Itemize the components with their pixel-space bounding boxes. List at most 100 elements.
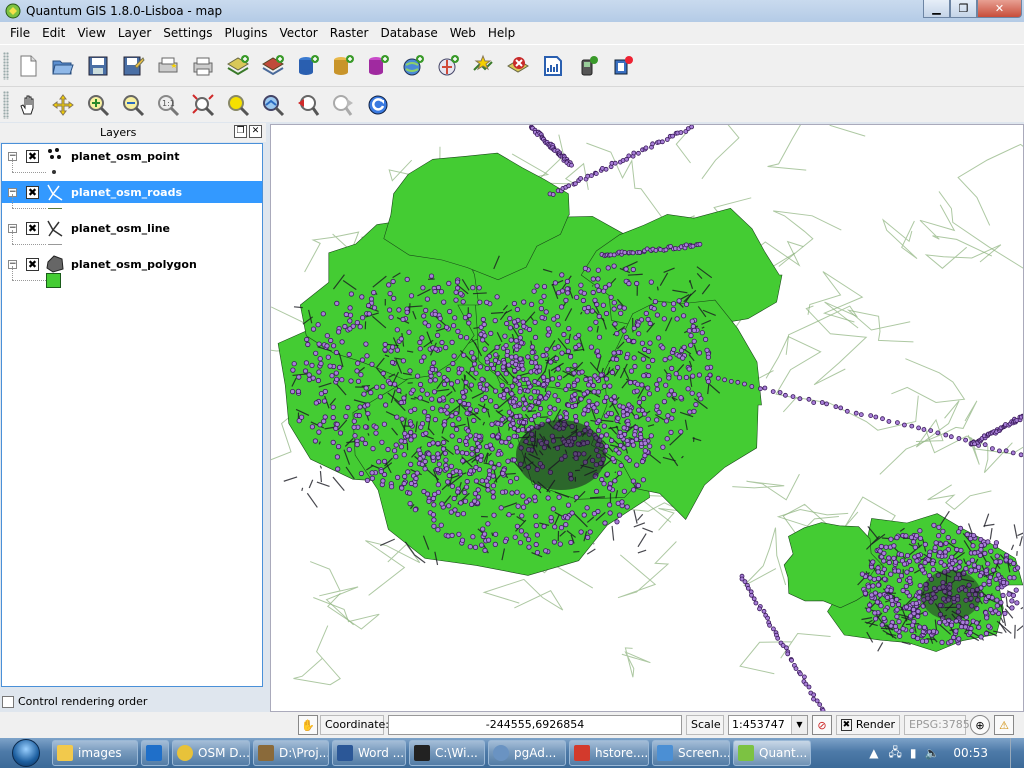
menu-view[interactable]: View [71,26,111,40]
menu-raster[interactable]: Raster [324,26,375,40]
folder-icon [57,745,73,761]
layer-visibility-checkbox[interactable]: ✖ [26,257,39,271]
show-desktop-button[interactable] [1010,738,1024,768]
control-rendering-order-checkbox[interactable] [2,695,14,708]
polygon-layer-icon [46,255,64,273]
menu-settings[interactable]: Settings [157,26,218,40]
zoom-out-button[interactable] [118,90,148,120]
toolbar-grip[interactable] [3,90,9,119]
add-mssql-layer-icon [369,54,389,75]
file-toolbar [0,44,1024,86]
tree-connector [12,280,46,281]
stop-render-icon[interactable]: ⊘ [812,715,832,735]
toolbar-grip[interactable] [3,51,9,80]
task-cmd[interactable]: C:\Wi... [409,740,485,766]
gps-button[interactable] [573,51,603,81]
epsg-button[interactable]: EPSG:3785 [904,715,970,735]
add-delimited-text-button[interactable] [538,51,568,81]
zoom-next-icon [333,94,353,116]
task-qgis[interactable]: Quant... [733,740,811,766]
zoom-to-layer-button[interactable] [258,90,288,120]
clock[interactable]: 00:53 [953,746,988,760]
task-hstore[interactable]: hstore.... [569,740,649,766]
task-screenshot[interactable]: Screen... [652,740,730,766]
pan-button[interactable] [13,90,43,120]
menu-layer[interactable]: Layer [112,26,157,40]
zoom-last-button[interactable] [293,90,323,120]
task-word[interactable]: Word ... [332,740,406,766]
zoom-full-button[interactable] [188,90,218,120]
signal-icon[interactable]: ▮ [910,746,917,760]
restore-button[interactable]: ❐ [950,0,977,18]
menu-web[interactable]: Web [444,26,482,40]
tree-connector [12,208,46,209]
menu-vector[interactable]: Vector [274,26,324,40]
plugin-button[interactable] [608,51,638,81]
control-rendering-order-label: Control rendering order [18,695,148,708]
new-project-button[interactable] [13,51,43,81]
task-chrome[interactable]: OSM D... [172,740,250,766]
menu-plugins[interactable]: Plugins [219,26,274,40]
show-hidden-icons-icon[interactable]: ▲ [869,746,878,760]
menu-file[interactable]: File [4,26,36,40]
add-raster-layer-button[interactable] [258,51,288,81]
layer-row-point[interactable]: − ✖ planet_osm_point [2,145,262,167]
task-pgadmin[interactable]: pgAd... [488,740,566,766]
zoom-actual-icon: 1:1 [158,94,180,116]
control-rendering-order[interactable]: Control rendering order [2,695,147,708]
pgadmin-icon [493,745,509,761]
start-button[interactable] [0,738,52,768]
map-canvas[interactable] [270,124,1024,712]
scale-combo[interactable]: 1:453747 ▼ [728,715,808,735]
zoom-in-button[interactable] [83,90,113,120]
menu-edit[interactable]: Edit [36,26,71,40]
print-composer-button[interactable] [153,51,183,81]
new-shapefile-button[interactable] [468,51,498,81]
pan-to-selection-button[interactable] [48,90,78,120]
network-icon[interactable]: 🖧 [888,743,901,764]
render-checkbox[interactable]: ✖ [841,719,852,731]
add-spatialite-layer-button[interactable] [328,51,358,81]
add-postgis-layer-button[interactable] [293,51,323,81]
save-project-button[interactable] [83,51,113,81]
layer-row-line[interactable]: − ✖ planet_osm_line [2,217,262,239]
projection-icon[interactable]: ⊕ [970,715,990,735]
task-images[interactable]: images [52,740,138,766]
menu-help[interactable]: Help [482,26,521,40]
open-project-button[interactable] [48,51,78,81]
menu-database[interactable]: Database [374,26,443,40]
pan-to-selection-icon [52,93,74,116]
coordinate-toggle-icon[interactable]: ✋ [298,715,318,735]
chevron-down-icon[interactable]: ▼ [791,716,807,734]
tree-connector [12,244,46,245]
add-mssql-layer-button[interactable] [363,51,393,81]
task-outlook[interactable] [141,740,169,766]
float-panel-button[interactable]: ❐ [234,125,247,138]
layer-row-roads[interactable]: − ✖ planet_osm_roads [2,181,262,203]
windows-taskbar: images OSM D... D:\Proj... Word ... C:\W… [0,738,1024,768]
add-vector-layer-button[interactable] [223,51,253,81]
render-toggle[interactable]: ✖ Render [836,715,900,735]
refresh-button[interactable] [363,90,393,120]
add-wfs-layer-button[interactable] [433,51,463,81]
warning-icon[interactable]: ⚠ [994,715,1014,735]
open-project-icon [52,60,74,74]
layer-visibility-checkbox[interactable]: ✖ [26,221,39,235]
print-button[interactable] [188,51,218,81]
task-project-folder[interactable]: D:\Proj... [253,740,329,766]
layer-visibility-checkbox[interactable]: ✖ [26,149,39,163]
remove-layer-button[interactable] [503,51,533,81]
polygon-legend-symbol [46,273,61,288]
minimize-button[interactable]: ▁ [923,0,950,18]
save-as-button[interactable] [118,51,148,81]
zoom-to-selection-button[interactable] [223,90,253,120]
coordinate-field[interactable]: -244555,6926854 [388,715,682,735]
volume-icon[interactable]: 🔈 [924,746,939,760]
layer-row-polygon[interactable]: − ✖ planet_osm_polygon [2,253,262,275]
layer-visibility-checkbox[interactable]: ✖ [26,185,39,199]
zoom-actual-button[interactable]: 1:1 [153,90,183,120]
close-panel-button[interactable]: ✕ [249,125,262,138]
zoom-next-button[interactable] [328,90,358,120]
close-button[interactable]: ✕ [977,0,1022,18]
add-wms-layer-button[interactable] [398,51,428,81]
